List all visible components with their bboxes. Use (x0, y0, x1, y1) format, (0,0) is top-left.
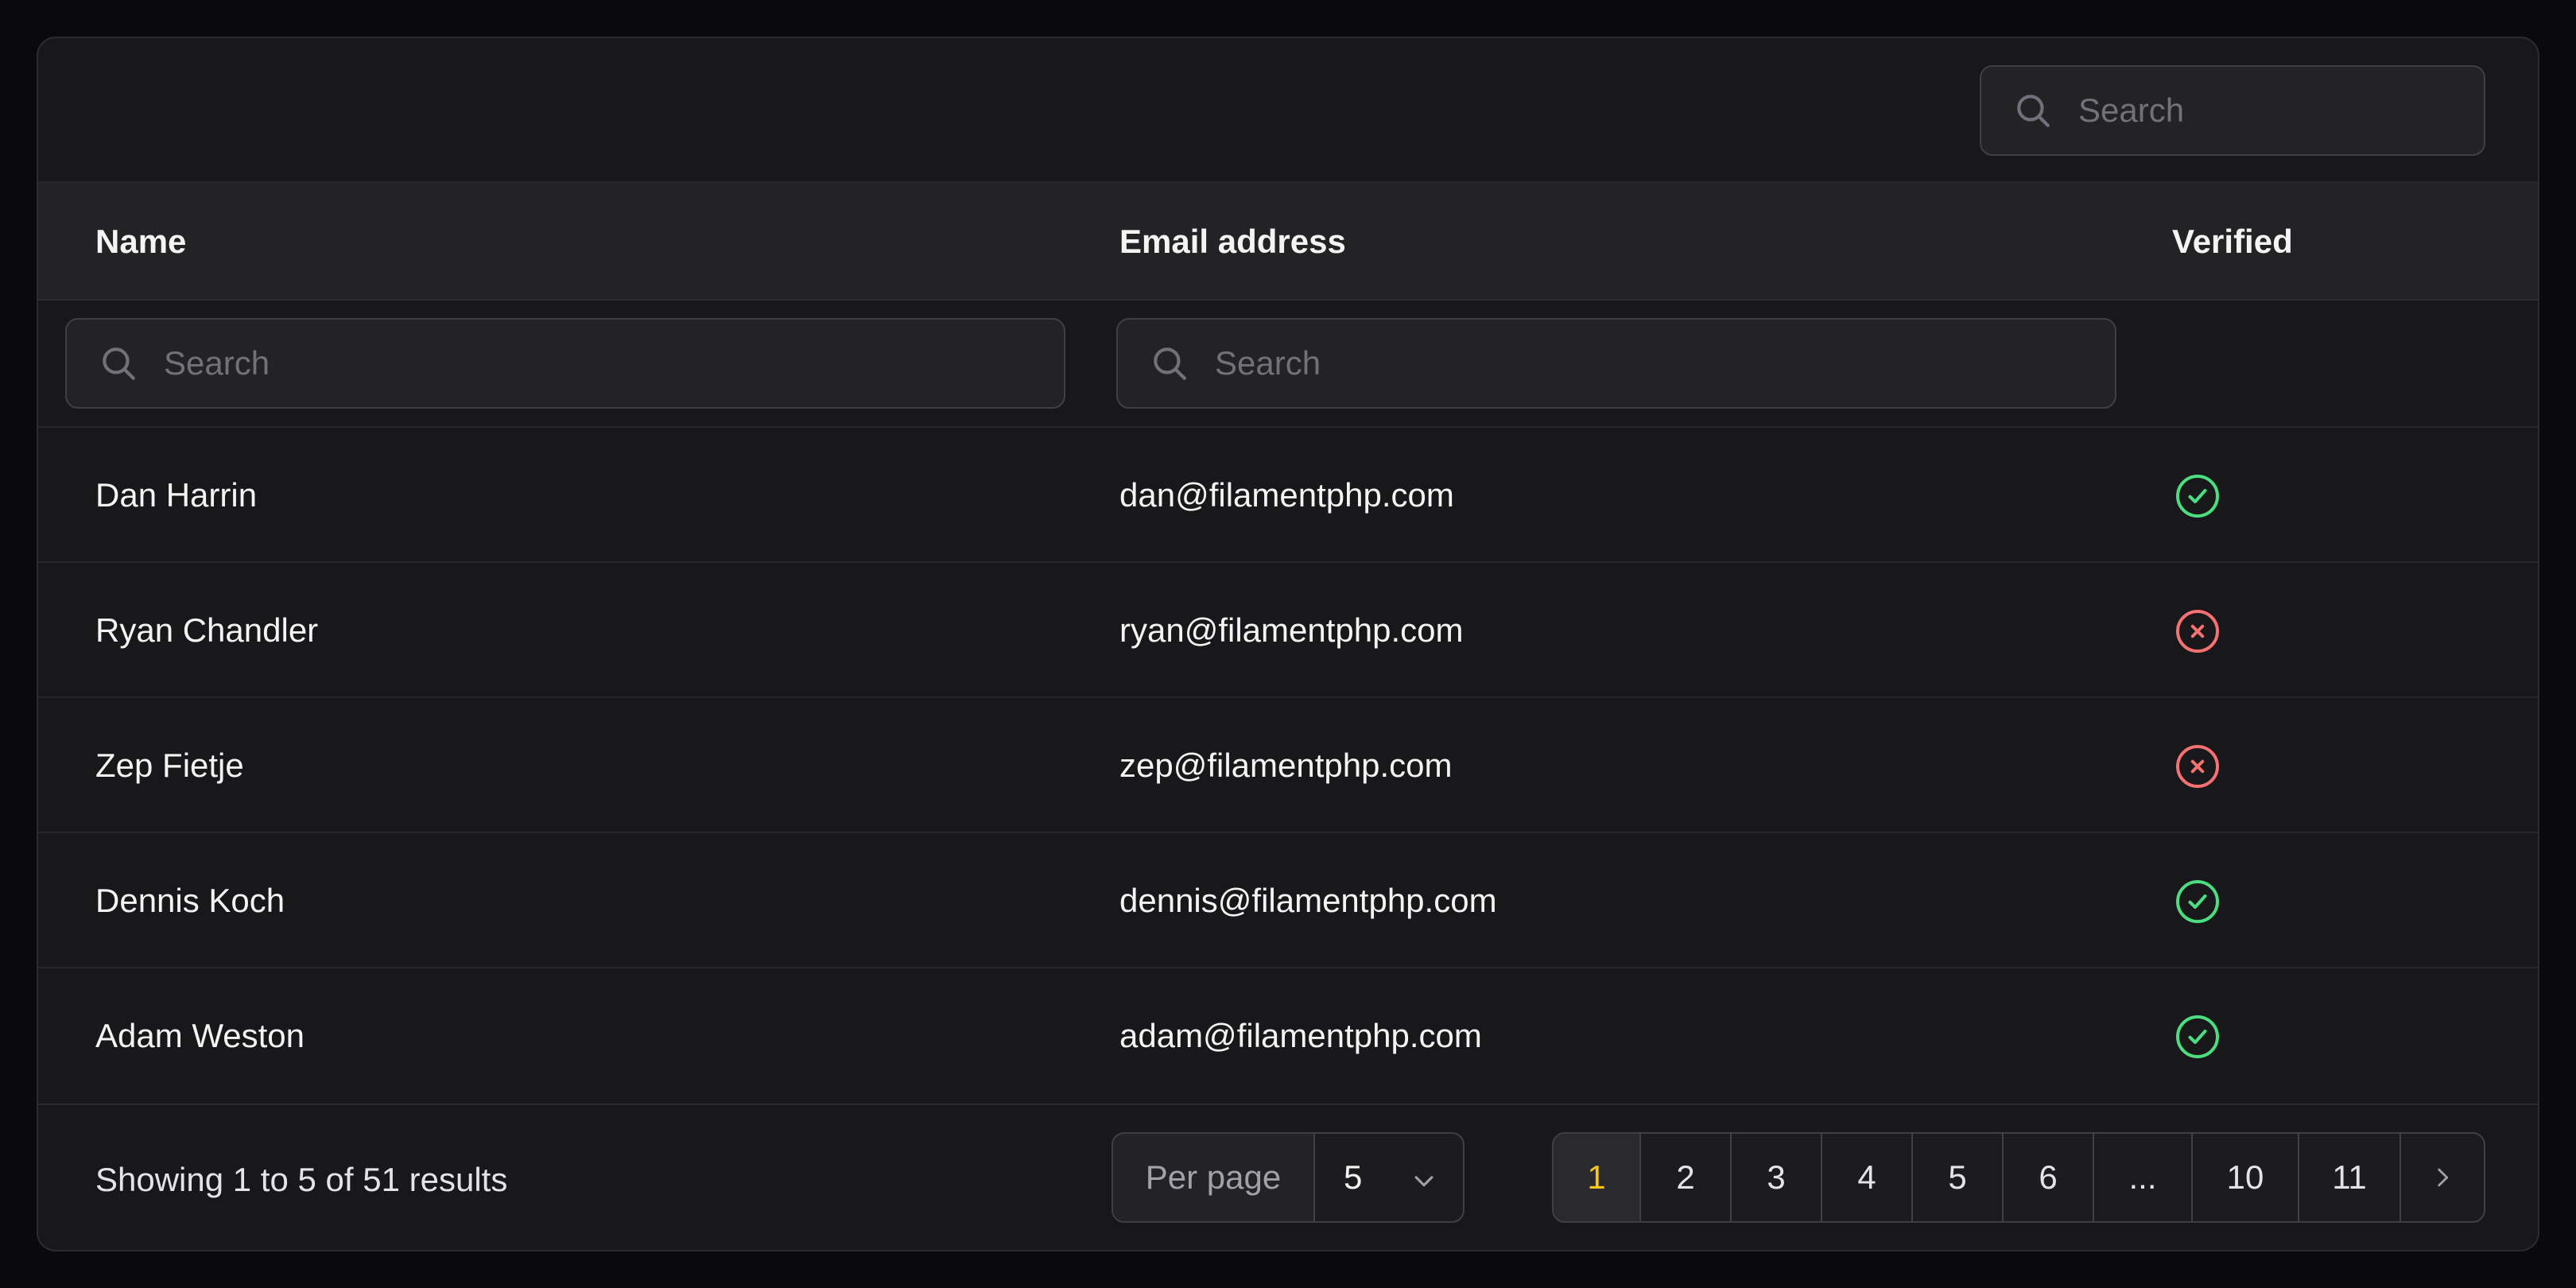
cell-email: dennis@filamentphp.com (1119, 882, 1497, 919)
next-page-button[interactable] (2401, 1134, 2484, 1221)
cell-name: Ryan Chandler (95, 611, 319, 649)
table-row[interactable]: Dan Harrin dan@filamentphp.com (38, 428, 2538, 563)
search-icon (2017, 95, 2050, 127)
page-button-10[interactable]: 10 (2193, 1134, 2299, 1221)
page-ellipsis: ... (2094, 1134, 2193, 1221)
cell-email: dan@filamentphp.com (1119, 476, 1454, 514)
check-circle-icon (2176, 880, 2219, 923)
table-header: Name Email address Verified (38, 183, 2538, 301)
global-search-input[interactable] (2077, 67, 2468, 154)
table-footer: Showing 1 to 5 of 51 results Per page 5 … (38, 1104, 2538, 1250)
email-column-search[interactable] (1116, 318, 2116, 409)
page-button-1[interactable]: 1 (1554, 1134, 1641, 1221)
check-circle-icon (2176, 475, 2219, 518)
search-icon (103, 347, 135, 380)
table-card: Name Email address Verified Dan Harrin d… (37, 37, 2539, 1251)
global-search[interactable] (1980, 65, 2485, 156)
table-row[interactable]: Ryan Chandler ryan@filamentphp.com (38, 563, 2538, 698)
page-button-4[interactable]: 4 (1822, 1134, 1913, 1221)
cell-email: zep@filamentphp.com (1119, 747, 1453, 784)
per-page-label: Per page (1113, 1134, 1315, 1221)
x-circle-icon (2176, 745, 2219, 788)
cell-name: Zep Fietje (95, 747, 244, 784)
cell-email: adam@filamentphp.com (1119, 1017, 1482, 1054)
page-button-11[interactable]: 11 (2299, 1134, 2401, 1221)
x-circle-icon (2176, 610, 2219, 653)
name-search-input[interactable] (162, 320, 1048, 407)
cell-name: Dan Harrin (95, 476, 258, 514)
page-button-2[interactable]: 2 (1641, 1134, 1732, 1221)
chevron-down-icon (1414, 1176, 1433, 1187)
pagination: 1 2 3 4 5 6 ... 10 11 (1552, 1132, 2485, 1223)
page-button-6[interactable]: 6 (2004, 1134, 2094, 1221)
column-header-verified[interactable]: Verified (2172, 183, 2293, 301)
table-row[interactable]: Zep Fietje zep@filamentphp.com (38, 698, 2538, 833)
cell-name: Adam Weston (95, 1017, 305, 1054)
email-search-input[interactable] (1213, 320, 2099, 407)
column-filters (38, 301, 2538, 428)
name-column-search[interactable] (65, 318, 1065, 409)
cell-email: ryan@filamentphp.com (1119, 611, 1464, 649)
column-header-name[interactable]: Name (95, 183, 186, 301)
page-button-3[interactable]: 3 (1732, 1134, 1822, 1221)
per-page-select[interactable]: Per page 5 (1111, 1132, 1465, 1223)
results-summary: Showing 1 to 5 of 51 results (95, 1161, 508, 1198)
table-row[interactable]: Adam Weston adam@filamentphp.com (38, 968, 2538, 1104)
search-icon (1154, 347, 1186, 380)
cell-name: Dennis Koch (95, 882, 285, 919)
column-header-email[interactable]: Email address (1119, 183, 1346, 301)
check-circle-icon (2176, 1015, 2219, 1058)
table-row[interactable]: Dennis Koch dennis@filamentphp.com (38, 833, 2538, 968)
page-button-5[interactable]: 5 (1913, 1134, 2004, 1221)
chevron-right-icon (2438, 1168, 2449, 1187)
per-page-value-field[interactable]: 5 (1315, 1134, 1463, 1221)
table-toolbar (38, 38, 2538, 183)
per-page-value: 5 (1344, 1158, 1363, 1196)
